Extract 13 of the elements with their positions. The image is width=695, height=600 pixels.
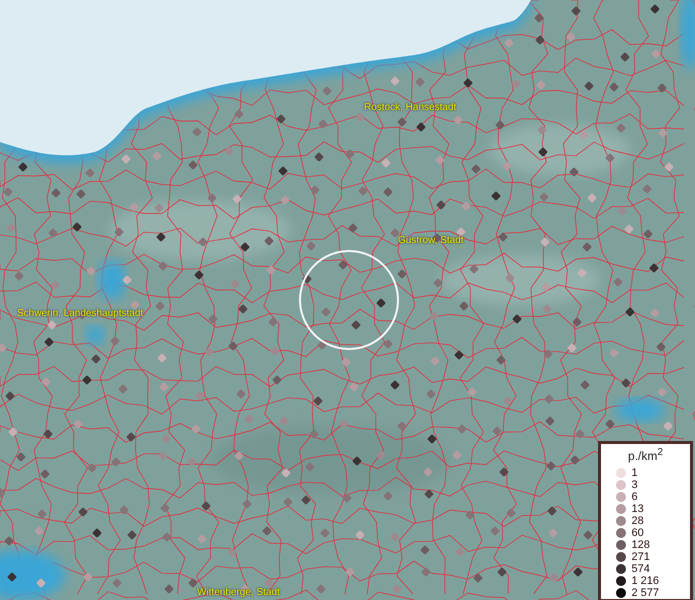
legend-label: 2 577 [632, 587, 660, 599]
legend-label: 28 [632, 515, 644, 527]
selection-circle[interactable] [299, 250, 399, 350]
legend-label: 60 [632, 527, 644, 539]
legend-label: 128 [632, 539, 650, 551]
legend-label: 6 [632, 491, 638, 503]
legend-label: 13 [632, 503, 644, 515]
legend-title: p./km$^{2}$ [628, 446, 663, 463]
legend-label: 1 [632, 467, 638, 479]
legend-label: 271 [632, 551, 650, 563]
legend-label: 3 [632, 479, 638, 491]
legend-label: 574 [632, 563, 650, 575]
legend-label: 1 216 [632, 575, 660, 587]
